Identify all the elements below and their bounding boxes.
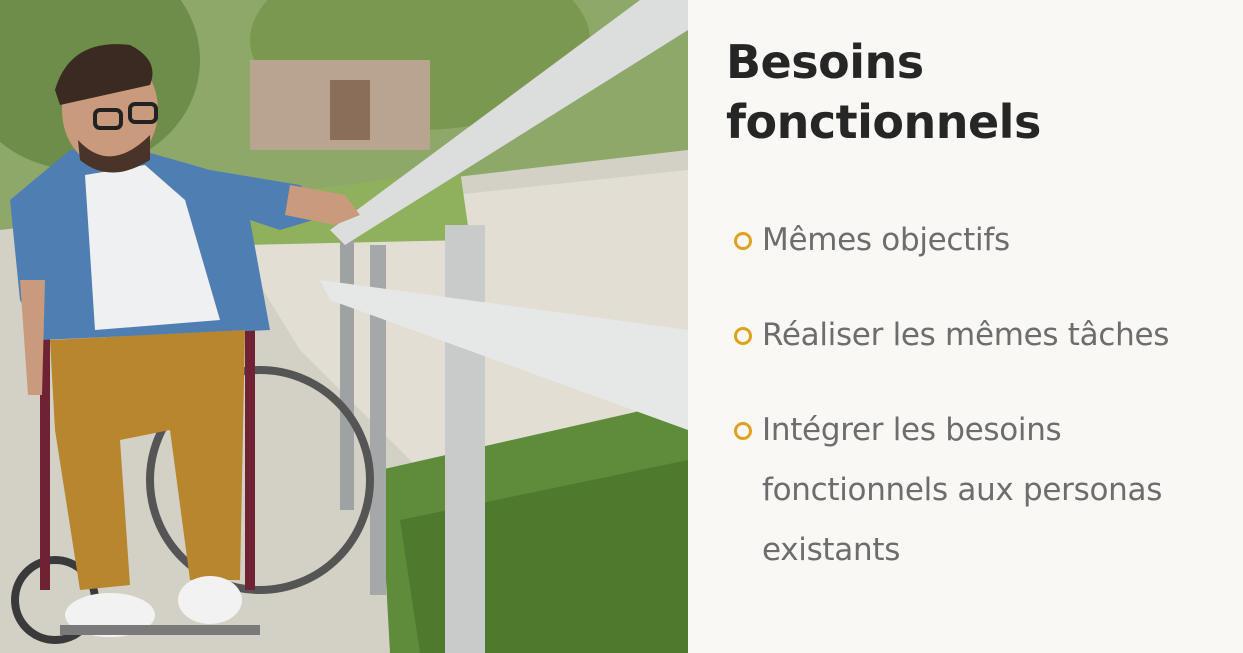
bullet-text: Mêmes objectifs: [762, 222, 1010, 258]
bullet-text-line: existants: [762, 532, 901, 568]
bullet-list: Mêmes objectifs Réaliser les mêmes tâche…: [734, 210, 1234, 580]
presentation-slide: Besoins fonctionnels Mêmes objectifs Réa…: [0, 0, 1243, 653]
title-line-2: fonctionnels: [726, 95, 1041, 149]
bullet-text-line: fonctionnels aux personas: [762, 472, 1163, 508]
photo-man-in-wheelchair: [0, 0, 688, 653]
slide-title: Besoins fonctionnels: [726, 32, 1226, 152]
bullet-text-line: Intégrer les besoins: [762, 412, 1062, 448]
bullet-item: Mêmes objectifs: [734, 210, 1234, 270]
bullet-item: Intégrer les besoins fonctionnels aux pe…: [734, 400, 1234, 580]
bullet-text: Réaliser les mêmes tâches: [762, 317, 1170, 353]
circle-bullet-icon: [734, 327, 752, 345]
bullet-item: Réaliser les mêmes tâches: [734, 305, 1234, 365]
title-line-1: Besoins: [726, 35, 924, 89]
circle-bullet-icon: [734, 422, 752, 440]
text-panel: Besoins fonctionnels Mêmes objectifs Réa…: [688, 0, 1243, 653]
circle-bullet-icon: [734, 232, 752, 250]
